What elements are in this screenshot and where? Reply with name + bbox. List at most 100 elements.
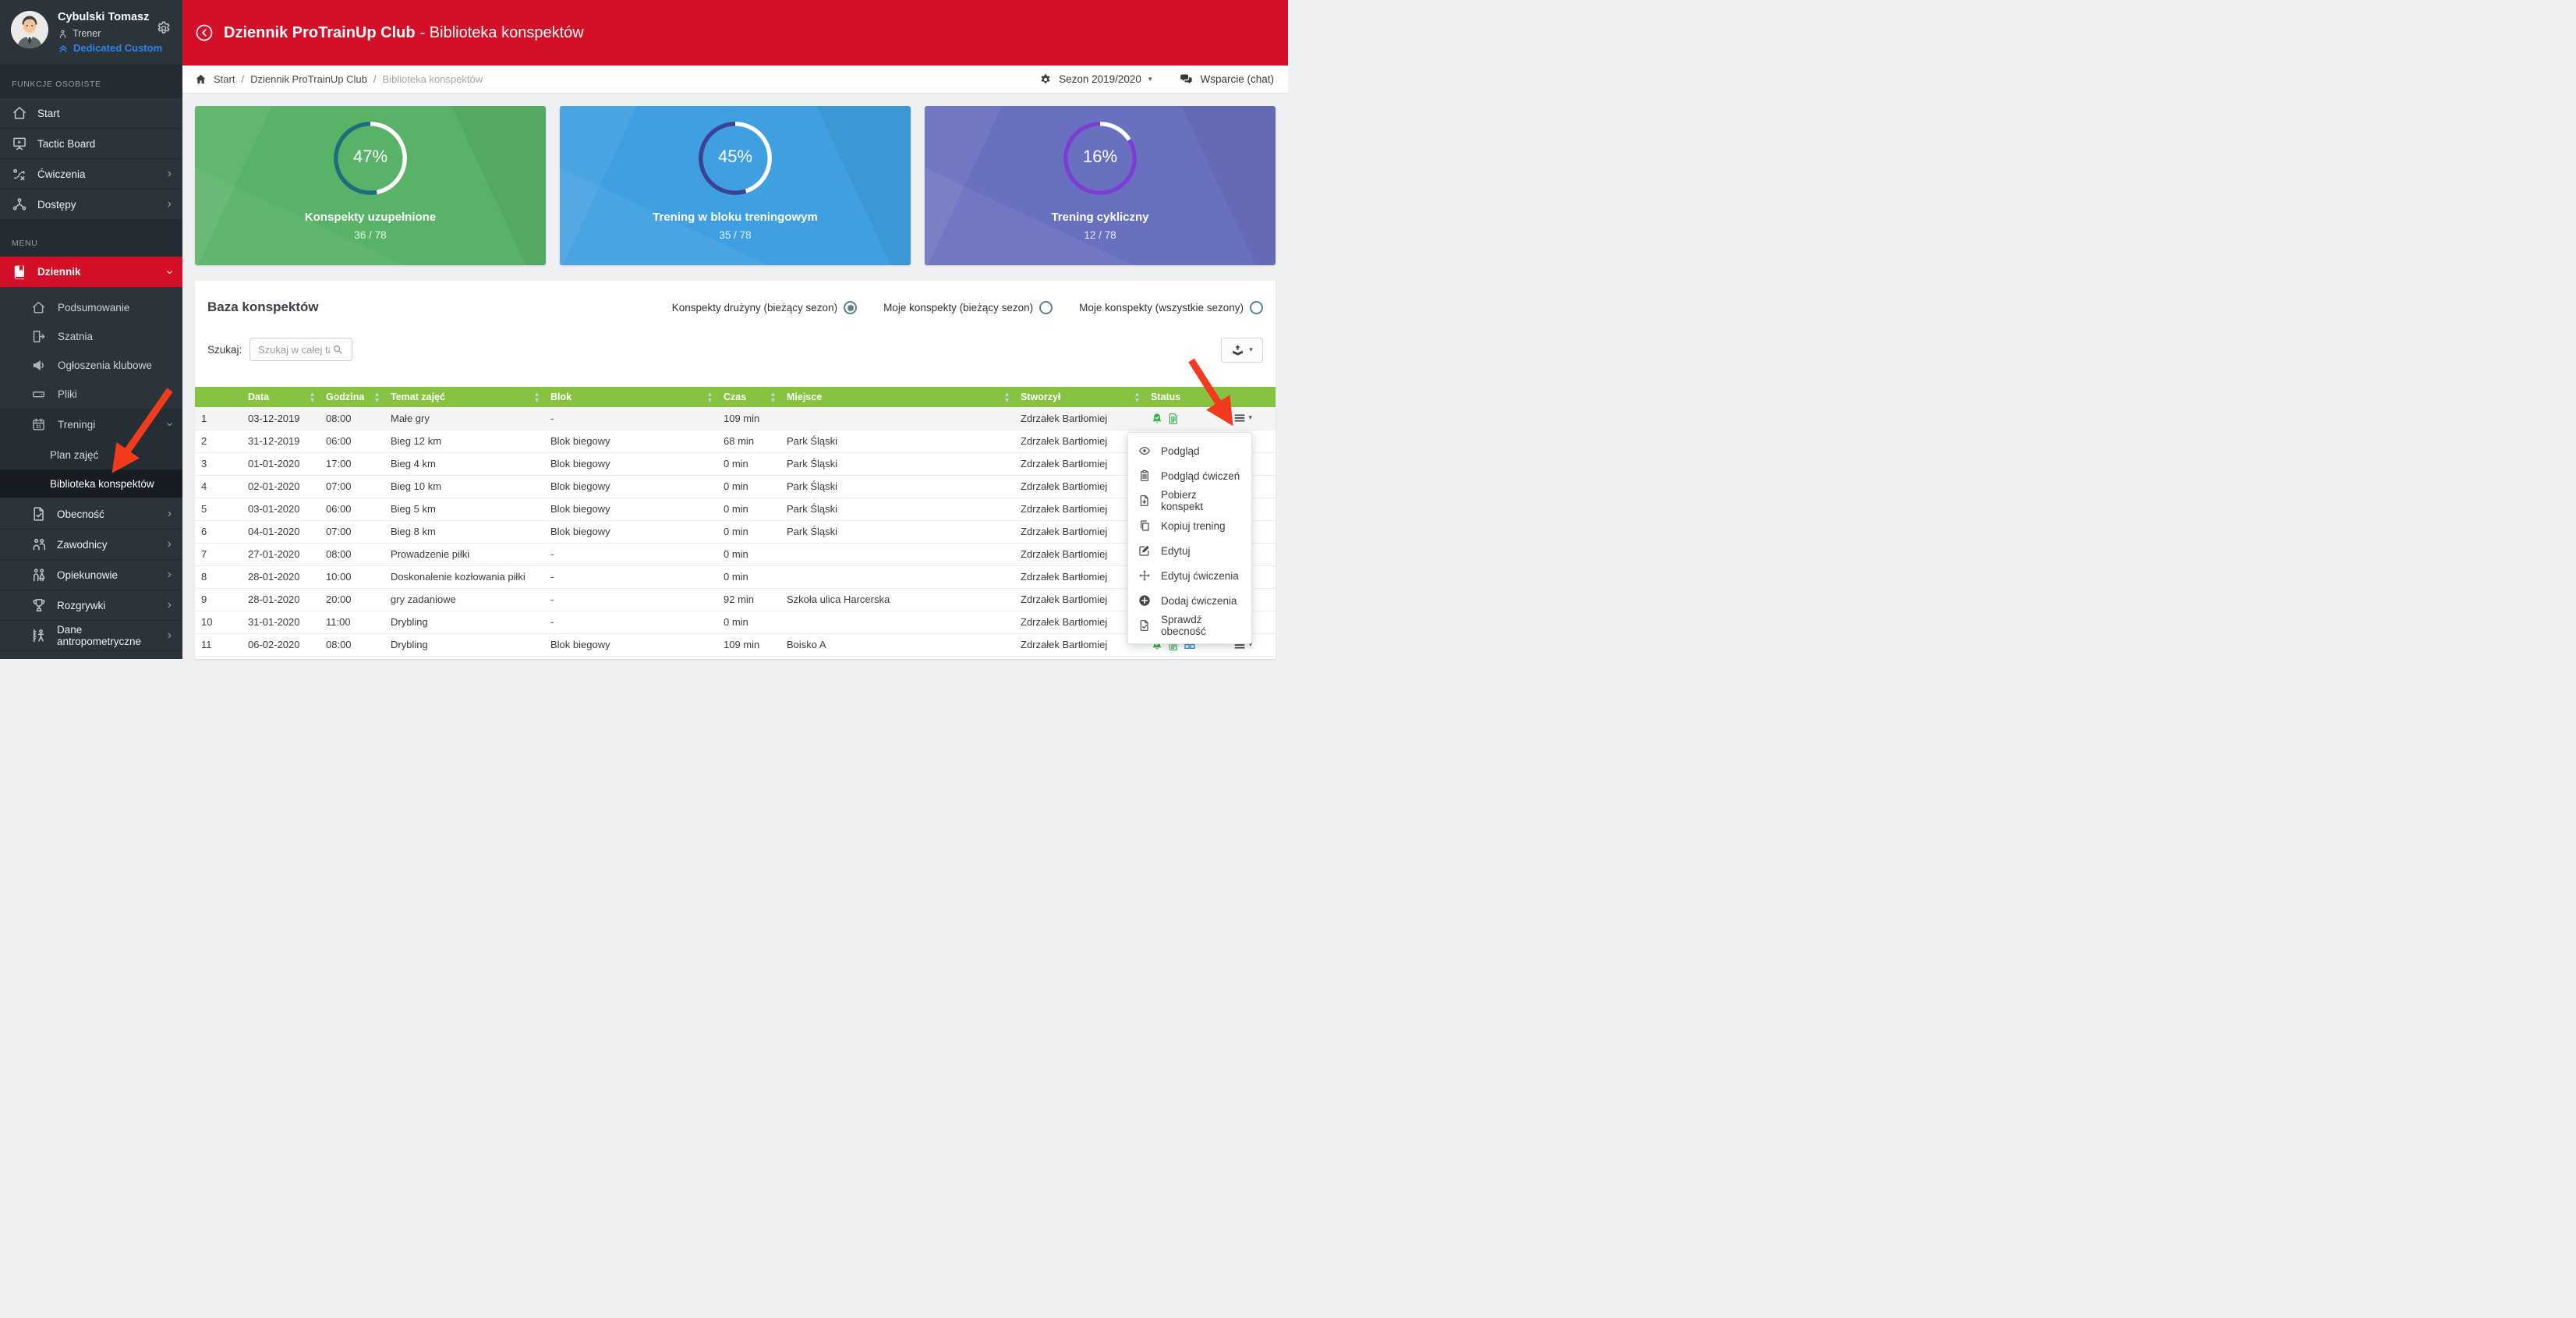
sidebar-item-treningi[interactable]: 31 Treningi ›: [0, 409, 182, 440]
home-icon[interactable]: [195, 73, 207, 85]
menu-item-file-check[interactable]: Sprawdź obecność: [1128, 613, 1251, 638]
menu-item-clipboard[interactable]: Podgląd ćwiczeń: [1128, 463, 1251, 488]
chat-icon: [1180, 73, 1193, 86]
cell-stworzyl: Zdrzałek Bartłomiej: [1014, 588, 1145, 611]
sidebar-item-og-oszenia-klubowe[interactable]: Ogłoszenia klubowe: [0, 351, 182, 380]
sidebar: Cybulski Tomasz Trener Dedicated Custom …: [0, 0, 182, 659]
sort-icon: ▲▼: [375, 392, 379, 402]
stat-cards: 47%Konspekty uzupełnione36 / 7845%Trenin…: [195, 106, 1276, 265]
sidebar-item-szatnia[interactable]: Szatnia: [0, 322, 182, 351]
sidebar-item-label: Ćwiczenia: [37, 168, 86, 180]
players-icon: [31, 537, 47, 552]
breadcrumb-item[interactable]: Start: [214, 73, 235, 85]
card-title: Konspekty uzupełnione: [195, 211, 546, 224]
cell-czas: 0 min: [717, 498, 780, 520]
radio-label: Moje konspekty (wszystkie sezony): [1079, 302, 1244, 314]
row-context-menu: PodglądPodgląd ćwiczeńPobierz konspektKo…: [1127, 432, 1252, 644]
column-header-label: Godzina: [326, 392, 364, 402]
settings-gear-icon[interactable]: [156, 20, 172, 36]
cell-stworzyl: Zdrzałek Bartłomiej: [1014, 565, 1145, 588]
radio-button[interactable]: [1250, 301, 1263, 314]
sidebar-item-rozgrywki[interactable]: Rozgrywki›: [0, 590, 182, 621]
cell-godzina: 06:00: [320, 430, 384, 452]
svg-text:31: 31: [36, 424, 41, 429]
cell-czas: 0 min: [717, 452, 780, 475]
sidebar-item-label: Treningi: [58, 419, 95, 430]
sidebar-item-label: Dziennik: [37, 266, 81, 278]
radio-button[interactable]: [844, 301, 857, 314]
section-label-menu: MENU: [0, 220, 182, 257]
file-check-icon: [1138, 619, 1151, 632]
book-icon: [12, 264, 27, 280]
cell-data: 27-01-2020: [242, 543, 320, 565]
radio-option[interactable]: Konspekty drużyny (bieżący sezon): [672, 301, 857, 314]
table-row: 604-01-202007:00Bieg 8 kmBlok biegowy0 m…: [195, 520, 1276, 543]
radio-button[interactable]: [1039, 301, 1053, 314]
back-icon[interactable]: [195, 23, 214, 42]
cell-status: ▾: [1145, 407, 1276, 430]
sidebar-item--wiczenia[interactable]: Ćwiczenia›: [0, 159, 182, 190]
sidebar-item-dane-antropometryczne[interactable]: Dane antropometryczne›: [0, 621, 182, 651]
cell-temat: Bieg 12 km: [384, 430, 544, 452]
cell-stworzyl: Zdrzałek Bartłomiej: [1014, 452, 1145, 475]
table-row: 103-12-201908:00Małe gry-109 minZdrzałek…: [195, 407, 1276, 430]
sidebar-item-zawodnicy[interactable]: Zawodnicy›: [0, 530, 182, 560]
column-header-label: Status: [1151, 392, 1180, 402]
guardians-icon: [31, 567, 47, 583]
column-header-Stworzył[interactable]: Stworzył▲▼: [1014, 387, 1145, 407]
menu-item-copy[interactable]: Kopiuj trening: [1128, 513, 1251, 538]
breadcrumb-item[interactable]: Dziennik ProTrainUp Club: [250, 73, 367, 85]
cell-godzina: 20:00: [320, 588, 384, 611]
menu-item-edit[interactable]: Edytuj: [1128, 538, 1251, 563]
sidebar-item-dziennik[interactable]: Dziennik ›: [0, 257, 182, 287]
cell-miejsce: [780, 611, 1014, 633]
trophy-icon: [31, 597, 47, 613]
radio-option[interactable]: Moje konspekty (bieżący sezon): [883, 301, 1053, 314]
menu-item-plus-circle[interactable]: Dodaj ćwiczenia: [1128, 588, 1251, 613]
column-header-Miejsce[interactable]: Miejsce▲▼: [780, 387, 1014, 407]
column-header-Temat zajęć[interactable]: Temat zajęć▲▼: [384, 387, 544, 407]
cell-temat: Prowadzenie piłki: [384, 543, 544, 565]
sidebar-item-plan-zaj-[interactable]: Plan zajęć: [0, 440, 182, 469]
cell-stworzyl: Zdrzałek Bartłomiej: [1014, 407, 1145, 430]
sidebar-item-obecno-[interactable]: Obecność›: [0, 499, 182, 530]
column-header-Blok[interactable]: Blok▲▼: [544, 387, 717, 407]
cell-blok: Blok biegowy: [544, 475, 717, 498]
sidebar-item-podsumowanie[interactable]: Podsumowanie: [0, 293, 182, 322]
treningi-group: 31 Treningi › Plan zajęćBiblioteka konsp…: [0, 409, 182, 498]
sidebar-menu-items: Obecność›Zawodnicy›Opiekunowie›Rozgrywki…: [0, 499, 182, 651]
board-icon: [12, 136, 27, 151]
menu-item-move[interactable]: Edytuj ćwiczenia: [1128, 563, 1251, 588]
home-icon: [12, 105, 27, 121]
menu-item-eye[interactable]: Podgląd: [1128, 438, 1251, 463]
sidebar-item-start[interactable]: Start: [0, 98, 182, 129]
table-row: 301-01-202017:00Bieg 4 kmBlok biegowy0 m…: [195, 452, 1276, 475]
cell-godzina: 08:00: [320, 407, 384, 430]
page-title-main: Dziennik ProTrainUp Club: [224, 24, 416, 41]
sidebar-item-dost-py[interactable]: Dostępy›: [0, 190, 182, 220]
sidebar-item-pliki[interactable]: Pliki: [0, 380, 182, 409]
column-header-Data[interactable]: Data▲▼: [242, 387, 320, 407]
column-header-Czas[interactable]: Czas▲▼: [717, 387, 780, 407]
breadcrumb-bar: Start/Dziennik ProTrainUp Club/Bibliotek…: [182, 66, 1288, 94]
column-header-Godzina[interactable]: Godzina ▲▼: [320, 387, 384, 407]
cell-temat: Bieg 5 km: [384, 498, 544, 520]
drive-icon: [31, 387, 46, 402]
sidebar-item-opiekunowie[interactable]: Opiekunowie›: [0, 560, 182, 590]
cell-data: 31-12-2019: [242, 430, 320, 452]
season-selector[interactable]: Sezon 2019/2020 ▾: [1039, 73, 1152, 86]
sidebar-item-biblioteka-konspekt-w[interactable]: Biblioteka konspektów: [0, 469, 182, 498]
conspect-panel: Baza konspektów Konspekty drużyny (bieżą…: [195, 281, 1276, 659]
cell-data: 04-01-2020: [242, 520, 320, 543]
export-button[interactable]: ▾: [1221, 338, 1263, 363]
sort-icon: ▲▼: [310, 392, 314, 402]
menu-item-file-down[interactable]: Pobierz konspekt: [1128, 488, 1251, 513]
radio-option[interactable]: Moje konspekty (wszystkie sezony): [1079, 301, 1263, 314]
cell-data: 28-01-2020: [242, 565, 320, 588]
cell-godzina: 10:00: [320, 565, 384, 588]
row-actions-menu-button[interactable]: ▾: [1233, 412, 1252, 424]
support-chat-button[interactable]: Wsparcie (chat): [1180, 73, 1274, 86]
sidebar-item-tactic-board[interactable]: Tactic Board: [0, 129, 182, 159]
card-fraction: 36 / 78: [195, 229, 546, 241]
cell-miejsce: [780, 565, 1014, 588]
